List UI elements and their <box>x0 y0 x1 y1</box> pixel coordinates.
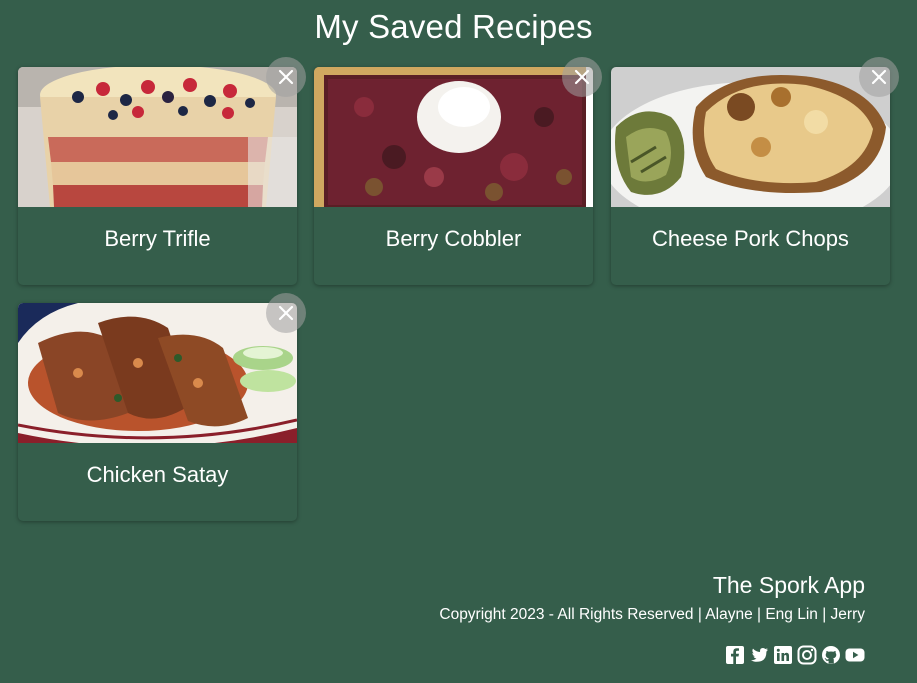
footer-app-name: The Spork App <box>712 572 865 598</box>
github-icon <box>822 646 840 664</box>
recipe-title[interactable]: Berry Trifle <box>18 226 297 252</box>
berry-trifle-photo <box>18 67 297 207</box>
twitter-icon <box>750 648 768 662</box>
close-icon <box>574 69 590 85</box>
facebook-icon <box>726 646 744 664</box>
recipe-card[interactable]: Berry Trifle <box>18 57 306 285</box>
recipe-card[interactable]: Cheese Pork Chops <box>611 57 899 285</box>
linkedin-icon <box>774 646 792 664</box>
twitter-link[interactable] <box>749 645 769 665</box>
youtube-icon <box>845 648 865 662</box>
recipe-card[interactable]: Chicken Satay <box>18 293 306 521</box>
recipe-image[interactable] <box>18 67 297 207</box>
recipe-image[interactable] <box>18 303 297 443</box>
close-icon <box>278 69 294 85</box>
instagram-link[interactable] <box>797 645 817 665</box>
recipe-card[interactable]: Berry Cobbler <box>314 57 602 285</box>
close-icon <box>278 305 294 321</box>
youtube-link[interactable] <box>845 645 865 665</box>
page-title: My Saved Recipes <box>314 8 593 45</box>
recipe-title[interactable]: Chicken Satay <box>18 462 297 488</box>
linkedin-link[interactable] <box>773 645 793 665</box>
cheese-pork-chops-photo <box>611 67 890 207</box>
page: My Saved Recipes Berry Trifle Berry Cobb… <box>0 0 917 683</box>
recipe-image[interactable] <box>611 67 890 207</box>
chicken-satay-photo <box>18 303 297 443</box>
recipe-title[interactable]: Berry Cobbler <box>314 226 593 252</box>
remove-recipe-button[interactable] <box>562 57 602 97</box>
remove-recipe-button[interactable] <box>266 293 306 333</box>
close-icon <box>871 69 887 85</box>
instagram-icon <box>797 645 817 665</box>
recipe-title[interactable]: Cheese Pork Chops <box>611 226 890 252</box>
remove-recipe-button[interactable] <box>859 57 899 97</box>
social-links <box>725 645 865 665</box>
footer-copyright: Copyright 2023 - All Rights Reserved | A… <box>439 606 865 623</box>
recipe-image[interactable] <box>314 67 593 207</box>
berry-cobbler-photo <box>314 67 593 207</box>
github-link[interactable] <box>821 645 841 665</box>
facebook-link[interactable] <box>725 645 745 665</box>
remove-recipe-button[interactable] <box>266 57 306 97</box>
